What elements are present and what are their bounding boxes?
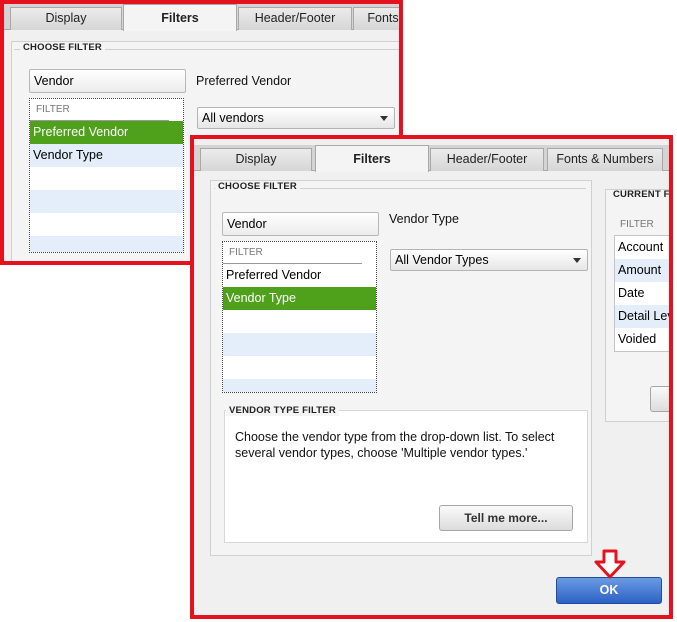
filter-item-vendor-type[interactable]: Vendor Type	[223, 287, 376, 310]
filter-search-input[interactable]: Vendor	[29, 69, 186, 93]
vendor-type-dropdown[interactable]: All Vendor Types	[390, 249, 588, 271]
vendor-type-filter-box: Choose the vendor type from the drop-dow…	[224, 410, 588, 543]
front-dialog: Display Filters Header/Footer Fonts & Nu…	[190, 135, 673, 619]
list-item	[30, 213, 183, 236]
current-filter-item[interactable]: Amount	[615, 259, 669, 282]
vendor-type-filter-description: Choose the vendor type from the drop-dow…	[235, 430, 555, 460]
current-filter-list-heading: FILTER	[620, 219, 654, 230]
tab-header-footer[interactable]: Header/Footer	[238, 7, 352, 30]
filter-list[interactable]: FILTER Preferred Vendor Vendor Type	[29, 98, 184, 253]
filter-list-heading: FILTER	[223, 242, 362, 264]
filter-list[interactable]: FILTER Preferred Vendor Vendor Type	[222, 241, 377, 393]
dropdown-value: All Vendor Types	[395, 253, 489, 267]
filter-item-preferred-vendor[interactable]: Preferred Vendor	[223, 264, 376, 287]
list-item	[223, 333, 376, 356]
list-item	[30, 236, 183, 252]
tab-filters[interactable]: Filters	[315, 145, 429, 172]
selected-filter-label: Vendor Type	[389, 212, 459, 226]
current-filter-item[interactable]: Date	[615, 282, 669, 305]
current-filter-panel: CURRENT F FILTER Account Amount Date Det…	[605, 189, 669, 422]
filter-item-preferred-vendor[interactable]: Preferred Vendor	[30, 121, 183, 144]
list-item	[30, 167, 183, 190]
filter-list-heading: FILTER	[30, 99, 169, 121]
ok-button[interactable]: OK	[556, 577, 662, 604]
list-item	[223, 379, 376, 392]
tab-bar: Display Filters Header/Footer Fonts & Nu…	[194, 145, 669, 172]
choose-filter-heading: CHOOSE FILTER	[20, 42, 105, 53]
current-filter-heading: CURRENT F	[610, 190, 669, 200]
preferred-vendor-dropdown[interactable]: All vendors	[197, 107, 395, 129]
selected-filter-label: Preferred Vendor	[196, 74, 292, 88]
current-filter-item[interactable]: Voided	[615, 328, 669, 351]
chevron-down-icon	[380, 116, 388, 121]
tab-header-footer[interactable]: Header/Footer	[430, 148, 544, 171]
tab-filters[interactable]: Filters	[123, 4, 237, 31]
current-filter-list[interactable]: Account Amount Date Detail Lev Voided	[614, 235, 669, 352]
list-item	[223, 356, 376, 379]
tab-display[interactable]: Display	[200, 148, 312, 171]
filter-search-input[interactable]: Vendor	[222, 212, 379, 236]
list-item	[30, 190, 183, 213]
dropdown-value: All vendors	[202, 111, 264, 125]
remove-filter-button[interactable]	[650, 386, 669, 412]
list-item	[223, 310, 376, 333]
vendor-type-filter-heading: VENDOR TYPE FILTER	[226, 405, 339, 416]
current-filter-item[interactable]: Detail Lev	[615, 305, 669, 328]
choose-filter-heading: CHOOSE FILTER	[215, 181, 300, 192]
down-arrow-pointer-icon	[594, 549, 626, 579]
current-filter-item[interactable]: Account	[615, 236, 669, 259]
tab-fonts-numbers[interactable]: Fonts & Numbers	[547, 148, 663, 171]
tell-me-more-button[interactable]: Tell me more...	[439, 505, 573, 531]
chevron-down-icon	[573, 258, 581, 263]
filter-item-vendor-type[interactable]: Vendor Type	[30, 144, 183, 167]
tab-display[interactable]: Display	[10, 7, 122, 30]
tab-fonts[interactable]: Fonts	[353, 7, 399, 30]
tab-bar: Display Filters Header/Footer Fonts	[4, 4, 399, 31]
